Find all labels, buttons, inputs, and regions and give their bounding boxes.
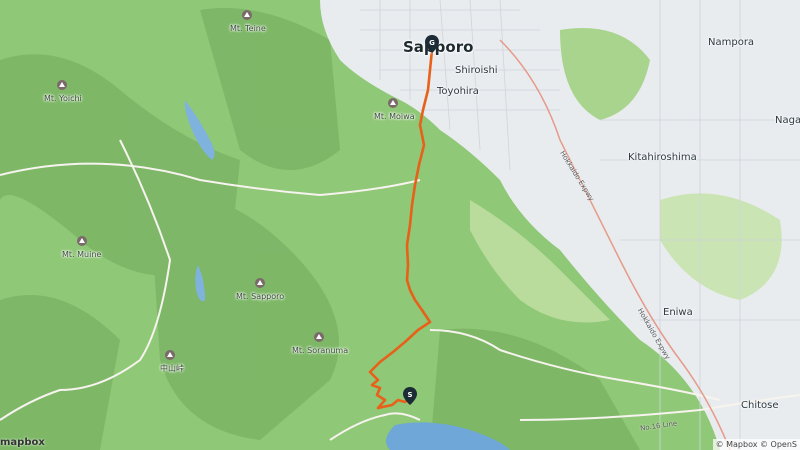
mountain-icon bbox=[77, 236, 87, 246]
mountain-label-sapporo: Mt. Sapporo bbox=[236, 292, 285, 301]
city-label-kitahiroshima: Kitahiroshima bbox=[628, 152, 697, 163]
mountain-icon bbox=[314, 332, 324, 342]
mapbox-logo[interactable]: mapbox bbox=[0, 437, 45, 448]
finish-marker-letter: G bbox=[429, 39, 435, 47]
finish-marker[interactable]: G bbox=[425, 35, 439, 53]
map-canvas[interactable]: Sapporo Shiroishi Toyohira Kitahiroshima… bbox=[0, 0, 800, 450]
mountain-icon bbox=[57, 80, 67, 90]
city-label-nampora: Nampora bbox=[708, 37, 755, 48]
map-attribution[interactable]: © Mapbox © OpenS bbox=[712, 439, 800, 450]
start-marker-letter: S bbox=[407, 391, 412, 399]
city-label-chitose: Chitose bbox=[741, 400, 779, 411]
mountain-icon bbox=[165, 350, 175, 360]
mountain-icon bbox=[255, 278, 265, 288]
mountain-label-moiwa: Mt. Moiwa bbox=[374, 112, 415, 121]
city-label-shiroishi: Shiroishi bbox=[455, 65, 498, 76]
city-label-eniwa: Eniwa bbox=[663, 307, 693, 318]
map-base-layer bbox=[0, 0, 800, 450]
mountain-label-soranuma: Mt. Soranuma bbox=[292, 346, 349, 355]
mountain-label-nakayama: 中山峠 bbox=[160, 364, 184, 373]
mountain-label-yoichi: Mt. Yoichi bbox=[44, 94, 82, 103]
start-marker[interactable]: S bbox=[403, 387, 417, 405]
mountain-label-teine: Mt. Teine bbox=[230, 24, 266, 33]
mountain-icon bbox=[388, 98, 398, 108]
city-label-toyohira: Toyohira bbox=[437, 86, 479, 97]
city-label-naga: Naga bbox=[775, 115, 800, 126]
mountain-label-muine: Mt. Muine bbox=[62, 250, 102, 259]
mountain-icon bbox=[242, 10, 252, 20]
map-pin-icon: G bbox=[425, 35, 439, 53]
map-pin-icon: S bbox=[403, 387, 417, 405]
